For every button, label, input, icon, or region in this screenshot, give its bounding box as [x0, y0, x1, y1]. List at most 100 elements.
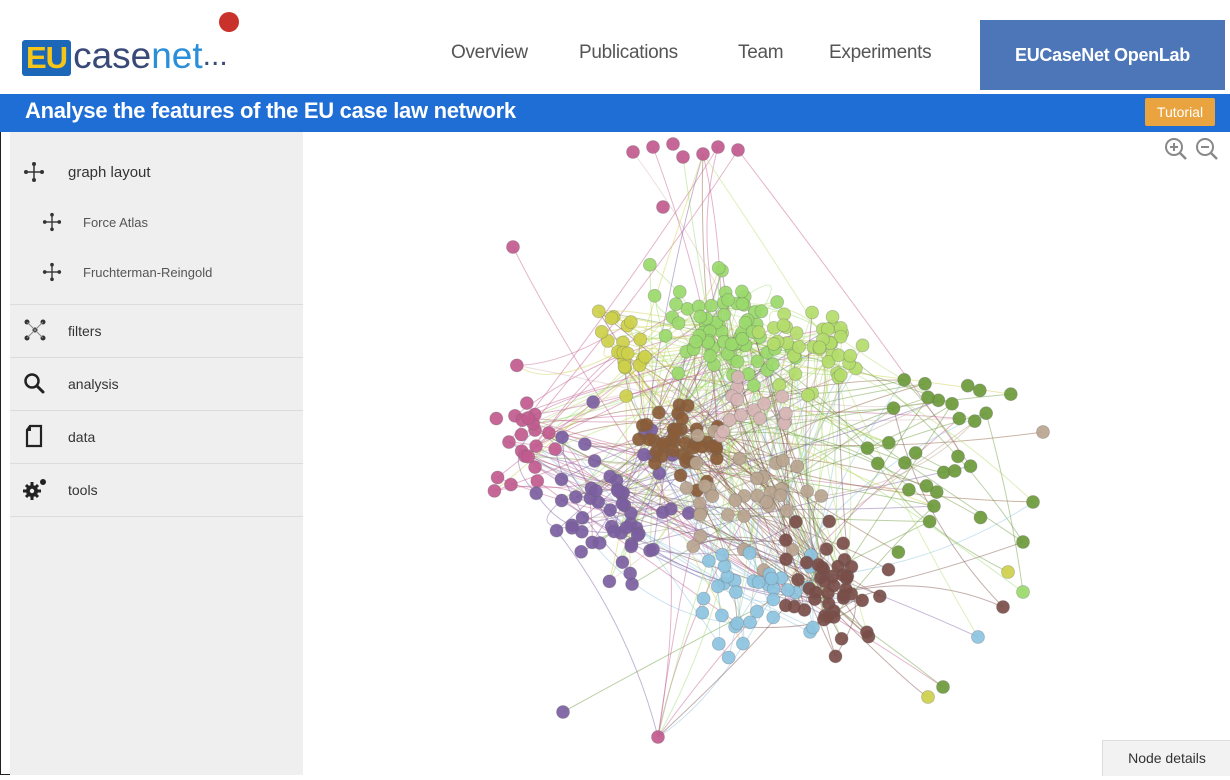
graph-node[interactable]	[554, 472, 569, 487]
graph-node[interactable]	[647, 288, 662, 303]
graph-node[interactable]	[751, 575, 766, 590]
graph-node[interactable]	[747, 378, 761, 393]
graph-node[interactable]	[721, 650, 736, 665]
graph-node[interactable]	[623, 315, 638, 329]
graph-node[interactable]	[886, 401, 901, 416]
graph-node[interactable]	[565, 520, 579, 535]
graph-node[interactable]	[922, 514, 937, 529]
tutorial-button[interactable]: Tutorial	[1145, 98, 1215, 126]
graph-node[interactable]	[714, 608, 729, 623]
graph-node[interactable]	[617, 359, 632, 374]
graph-node[interactable]	[921, 390, 935, 405]
graph-node[interactable]	[1001, 565, 1015, 579]
graph-node[interactable]	[800, 484, 815, 499]
graph-node[interactable]	[960, 378, 975, 393]
graph-node[interactable]	[802, 581, 817, 596]
graph-node[interactable]	[742, 546, 757, 560]
graph-node[interactable]	[568, 490, 583, 504]
graph-node[interactable]	[799, 555, 814, 570]
graph-node[interactable]	[828, 649, 843, 664]
graph-node[interactable]	[716, 424, 731, 439]
graph-node[interactable]	[693, 309, 708, 324]
graph-node[interactable]	[770, 295, 785, 309]
sidebar-item-data[interactable]: data	[10, 410, 303, 463]
graph-node[interactable]	[619, 389, 634, 403]
graph-node[interactable]	[679, 481, 694, 495]
graph-node[interactable]	[592, 536, 607, 550]
nav-team[interactable]: Team	[738, 42, 784, 64]
graph-node[interactable]	[633, 332, 648, 347]
graph-node[interactable]	[814, 489, 829, 503]
graph-node[interactable]	[759, 495, 774, 509]
graph-node[interactable]	[775, 453, 790, 468]
graph-node[interactable]	[490, 470, 505, 485]
graph-node[interactable]	[870, 456, 885, 471]
graph-node[interactable]	[604, 311, 619, 326]
graph-node[interactable]	[619, 520, 634, 535]
nav-publications[interactable]: Publications	[579, 42, 678, 64]
graph-node[interactable]	[651, 405, 666, 420]
graph-node[interactable]	[822, 514, 837, 529]
graph-node[interactable]	[1003, 387, 1018, 402]
graph-node[interactable]	[772, 378, 787, 392]
graph-node[interactable]	[529, 486, 544, 501]
graph-node[interactable]	[586, 395, 601, 409]
graph-node[interactable]	[521, 411, 536, 426]
graph-node[interactable]	[549, 523, 564, 538]
graph-node[interactable]	[603, 469, 618, 484]
graph-node[interactable]	[790, 459, 805, 474]
graph-node[interactable]	[731, 143, 745, 157]
graph-node[interactable]	[728, 493, 743, 508]
graph-node[interactable]	[791, 572, 805, 587]
graph-node[interactable]	[514, 427, 529, 442]
graph-node[interactable]	[757, 396, 772, 411]
graph-node[interactable]	[834, 631, 849, 646]
graph-node[interactable]	[689, 456, 704, 470]
graph-node[interactable]	[615, 496, 630, 511]
graph-node[interactable]	[971, 630, 985, 644]
graph-node[interactable]	[521, 449, 536, 464]
graph-node[interactable]	[855, 338, 870, 353]
graph-node[interactable]	[947, 463, 962, 478]
graph-node[interactable]	[711, 140, 725, 154]
graph-node[interactable]	[833, 368, 848, 382]
graph-node[interactable]	[831, 348, 846, 363]
graph-node[interactable]	[821, 586, 835, 601]
nav-experiments[interactable]: Experiments	[829, 42, 932, 64]
graph-node[interactable]	[673, 468, 688, 483]
graph-node[interactable]	[881, 435, 896, 450]
graph-node[interactable]	[701, 554, 716, 568]
graph-node[interactable]	[504, 477, 518, 492]
layout-option-force-atlas[interactable]: Force Atlas	[10, 202, 303, 242]
graph-node[interactable]	[776, 318, 791, 333]
graph-node[interactable]	[843, 348, 858, 363]
graph-node[interactable]	[1026, 495, 1040, 509]
graph-node[interactable]	[1036, 425, 1050, 439]
graph-node[interactable]	[591, 304, 606, 319]
graph-node[interactable]	[789, 514, 803, 529]
graph-node[interactable]	[967, 414, 982, 429]
graph-node[interactable]	[812, 340, 827, 355]
graph-node[interactable]	[729, 585, 743, 600]
graph-node[interactable]	[689, 334, 703, 349]
graph-node[interactable]	[736, 636, 750, 651]
graph-node[interactable]	[672, 284, 687, 299]
graph-node[interactable]	[825, 309, 840, 324]
graph-node[interactable]	[751, 325, 766, 340]
graph-node[interactable]	[819, 542, 834, 557]
graph-node[interactable]	[623, 566, 638, 581]
graph-node[interactable]	[669, 297, 683, 312]
graph-node[interactable]	[711, 636, 726, 651]
graph-node[interactable]	[658, 328, 673, 343]
graph-node[interactable]	[963, 459, 978, 474]
graph-node[interactable]	[778, 533, 793, 547]
graph-node[interactable]	[765, 357, 780, 372]
graph-node[interactable]	[602, 574, 617, 589]
sidebar-item-filters[interactable]: filters	[10, 304, 303, 357]
graph-node[interactable]	[638, 349, 652, 364]
graph-node[interactable]	[806, 620, 820, 635]
graph-node[interactable]	[509, 358, 524, 373]
graph-node[interactable]	[506, 240, 520, 254]
graph-node[interactable]	[555, 430, 569, 445]
graph-node[interactable]	[860, 441, 875, 456]
